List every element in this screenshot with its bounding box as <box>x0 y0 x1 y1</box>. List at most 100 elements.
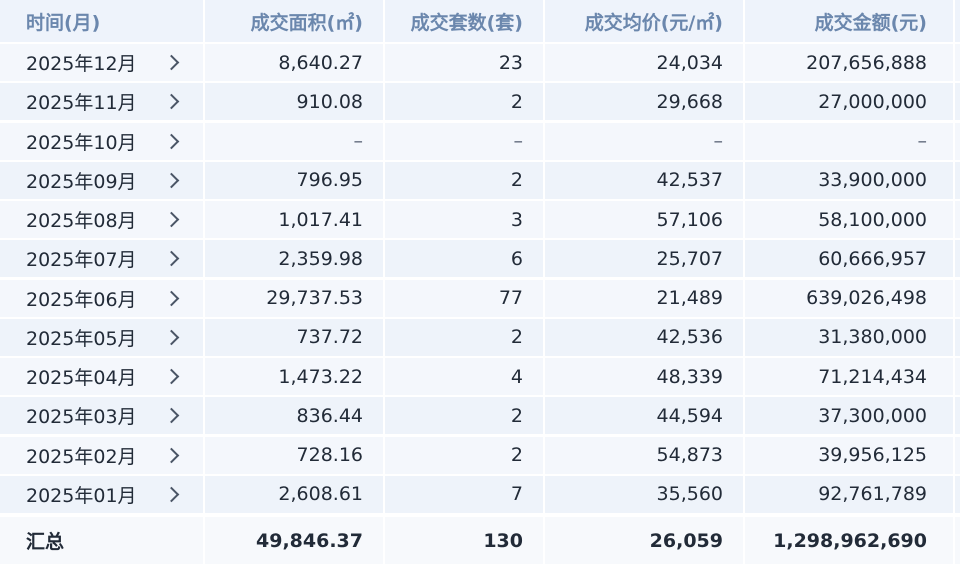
table-row[interactable]: 2025年07月 2,359.98 6 25,707 60,666,957 <box>0 240 960 278</box>
cell-area-text: 2,359.98 <box>278 247 363 270</box>
header-avg-price-text: 成交均价(元/㎡) <box>584 11 723 34</box>
cell-area: 29,737.53 <box>203 279 383 317</box>
cell-area-text: – <box>353 130 364 152</box>
cell-month[interactable]: 2025年02月 <box>0 436 203 474</box>
cell-units: 77 <box>383 279 543 317</box>
cell-month[interactable]: 2025年06月 <box>0 279 203 317</box>
row-spacer <box>953 161 960 199</box>
chevron-right-icon[interactable] <box>163 447 180 463</box>
cell-avg-price: 21,489 <box>543 279 743 317</box>
chevron-right-icon[interactable] <box>163 211 180 228</box>
cell-avg-price-text: – <box>713 130 724 152</box>
total-month-text: 汇总 <box>26 531 65 553</box>
cell-month[interactable]: 2025年12月 <box>0 44 203 81</box>
cell-units: 6 <box>383 240 543 278</box>
cell-amount: 33,900,000 <box>743 161 953 199</box>
cell-avg-price-text: 29,668 <box>656 90 723 113</box>
cell-month-text: 2025年01月 <box>26 484 137 507</box>
cell-units-text: 3 <box>510 208 523 231</box>
row-spacer <box>953 201 960 238</box>
row-spacer <box>953 436 960 474</box>
cell-month[interactable]: 2025年10月 <box>0 122 203 160</box>
cell-avg-price: 48,339 <box>543 358 743 395</box>
cell-units-text: 23 <box>498 51 523 74</box>
chevron-right-icon[interactable] <box>163 368 180 385</box>
cell-amount-text: 33,900,000 <box>818 169 927 192</box>
row-spacer <box>953 397 960 435</box>
row-spacer <box>953 83 960 121</box>
table-row[interactable]: 2025年01月 2,608.61 7 35,560 92,761,789 <box>0 475 960 513</box>
row-spacer <box>953 475 960 513</box>
cell-amount: – <box>743 122 953 160</box>
cell-avg-price: 29,668 <box>543 83 743 121</box>
chevron-right-icon[interactable] <box>163 407 180 424</box>
cell-amount: 37,300,000 <box>743 397 953 435</box>
chevron-right-icon[interactable] <box>163 172 180 189</box>
cell-units: 23 <box>383 44 543 81</box>
header-area[interactable]: 成交面积(㎡) <box>203 0 383 42</box>
cell-avg-price: 54,873 <box>543 436 743 474</box>
row-spacer <box>953 240 960 278</box>
row-spacer <box>953 44 960 81</box>
cell-month[interactable]: 2025年07月 <box>0 240 203 278</box>
chevron-right-icon[interactable] <box>163 486 180 503</box>
cell-avg-price-text: 48,339 <box>656 365 723 388</box>
table-row[interactable]: 2025年12月 8,640.27 23 24,034 207,656,888 <box>0 44 960 81</box>
header-area-text: 成交面积(㎡) <box>250 11 363 34</box>
cell-avg-price-text: 42,537 <box>656 169 723 192</box>
table-row[interactable]: 2025年03月 836.44 2 44,594 37,300,000 <box>0 397 960 435</box>
header-units-text: 成交套数(套) <box>410 11 523 34</box>
cell-area: 836.44 <box>203 397 383 435</box>
cell-month[interactable]: 2025年04月 <box>0 358 203 395</box>
cell-area-text: 29,737.53 <box>266 287 363 309</box>
cell-units: 2 <box>383 161 543 199</box>
cell-units-text: – <box>513 130 524 152</box>
cell-month[interactable]: 2025年05月 <box>0 318 203 356</box>
chevron-right-icon[interactable] <box>163 290 180 306</box>
cell-area: 1,017.41 <box>203 201 383 238</box>
table-row[interactable]: 2025年05月 737.72 2 42,536 31,380,000 <box>0 318 960 356</box>
cell-month[interactable]: 2025年03月 <box>0 397 203 435</box>
table-row[interactable]: 2025年04月 1,473.22 4 48,339 71,214,434 <box>0 358 960 395</box>
cell-month-text: 2025年09月 <box>26 170 137 193</box>
cell-area-text: 8,640.27 <box>278 51 363 74</box>
header-month[interactable]: 时间(月) <box>0 0 203 42</box>
cell-units-text: 77 <box>498 287 523 309</box>
header-avg-price[interactable]: 成交均价(元/㎡) <box>543 0 743 42</box>
cell-month-text: 2025年10月 <box>26 131 137 154</box>
cell-month-text: 2025年03月 <box>26 406 137 429</box>
table-row[interactable]: 2025年09月 796.95 2 42,537 33,900,000 <box>0 161 960 199</box>
cell-area: 796.95 <box>203 161 383 199</box>
table-row[interactable]: 2025年11月 910.08 2 29,668 27,000,000 <box>0 83 960 121</box>
cell-month[interactable]: 2025年09月 <box>0 161 203 199</box>
row-spacer <box>953 358 960 395</box>
chevron-right-icon[interactable] <box>163 250 180 267</box>
table-row[interactable]: 2025年08月 1,017.41 3 57,106 58,100,000 <box>0 201 960 238</box>
cell-avg-price-text: 44,594 <box>656 404 723 427</box>
cell-units: 4 <box>383 358 543 395</box>
cell-amount-text: 92,761,789 <box>818 483 927 506</box>
cell-amount: 71,214,434 <box>743 358 953 395</box>
table-row[interactable]: 2025年06月 29,737.53 77 21,489 639,026,498 <box>0 279 960 317</box>
cell-month[interactable]: 2025年08月 <box>0 201 203 238</box>
cell-avg-price-text: 57,106 <box>656 208 723 231</box>
chevron-right-icon[interactable] <box>163 133 180 149</box>
chevron-right-icon[interactable] <box>163 54 180 71</box>
table-row[interactable]: 2025年02月 728.16 2 54,873 39,956,125 <box>0 436 960 474</box>
cell-area-text: 836.44 <box>296 404 363 427</box>
total-area-text: 49,846.37 <box>256 529 363 552</box>
header-units[interactable]: 成交套数(套) <box>383 0 543 42</box>
cell-units: – <box>383 122 543 160</box>
cell-month-text: 2025年11月 <box>26 92 137 115</box>
cell-month[interactable]: 2025年01月 <box>0 475 203 513</box>
row-spacer <box>953 122 960 160</box>
cell-units: 2 <box>383 436 543 474</box>
cell-amount-text: – <box>917 130 928 152</box>
chevron-right-icon[interactable] <box>163 93 180 110</box>
table-row[interactable]: 2025年10月 – – – – <box>0 122 960 160</box>
chevron-right-icon[interactable] <box>163 329 180 346</box>
header-amount[interactable]: 成交金额(元) <box>743 0 953 42</box>
cell-month[interactable]: 2025年11月 <box>0 83 203 121</box>
cell-amount-text: 27,000,000 <box>818 90 927 113</box>
cell-amount: 92,761,789 <box>743 475 953 513</box>
